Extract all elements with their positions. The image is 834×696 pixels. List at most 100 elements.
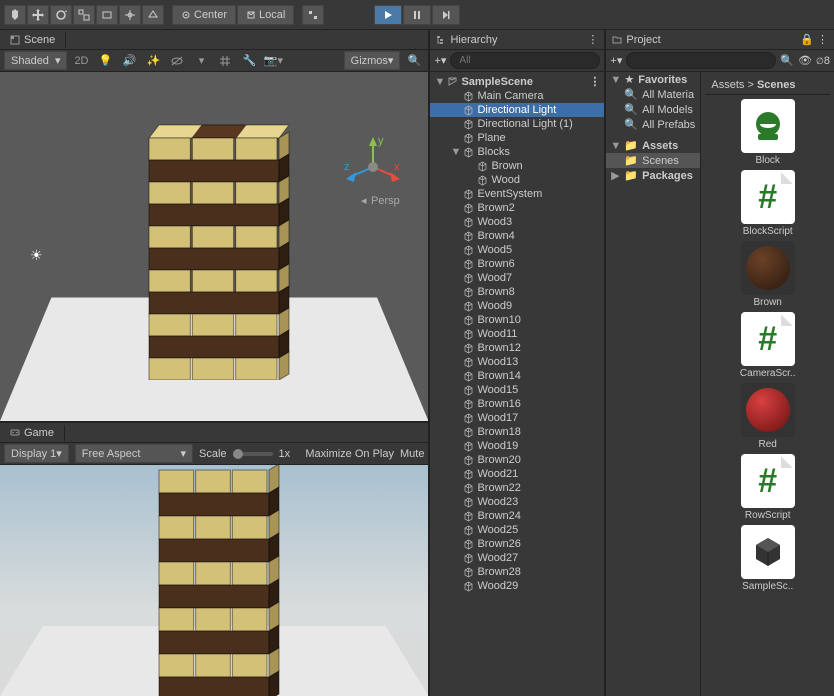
gizmos-dropdown[interactable]: Gizmos ▾ <box>344 51 401 70</box>
snap-toggle[interactable] <box>302 5 324 25</box>
hierarchy-item[interactable]: Main Camera <box>430 89 604 103</box>
hierarchy-item[interactable]: Brown4 <box>430 229 604 243</box>
project-filter-icon[interactable]: 🔍 <box>780 54 794 67</box>
hierarchy-item[interactable]: Brown22 <box>430 481 604 495</box>
2d-toggle[interactable]: 2D <box>71 52 91 70</box>
scale-slider[interactable] <box>233 452 273 456</box>
scene-search[interactable]: 🔍 <box>404 52 424 70</box>
scenes-folder[interactable]: 📁 Scenes <box>606 153 700 168</box>
hierarchy-item[interactable]: Brown2 <box>430 201 604 215</box>
hierarchy-item[interactable]: Brown10 <box>430 313 604 327</box>
hierarchy-item[interactable]: Brown16 <box>430 397 604 411</box>
hierarchy-item[interactable]: Brown6 <box>430 257 604 271</box>
orientation-gizmo[interactable]: y x z ◂ Persp <box>338 132 398 192</box>
project-folder-tree[interactable]: ▼★ Favorites 🔍 All Materia🔍 All Models🔍 … <box>606 72 701 696</box>
scene-viewport[interactable]: y x z ◂ Persp ☀ <box>0 72 428 421</box>
shading-mode-dropdown[interactable]: Shaded ▾ <box>4 51 67 70</box>
assets-folder[interactable]: ▼📁 Assets <box>606 138 700 153</box>
hierarchy-item[interactable]: Wood21 <box>430 467 604 481</box>
project-visibility-icon[interactable]: 👁 <box>798 54 812 67</box>
maximize-toggle[interactable]: Maximize On Play <box>305 448 394 460</box>
hierarchy-item[interactable]: Brown28 <box>430 565 604 579</box>
rotate-tool[interactable] <box>50 5 72 25</box>
hierarchy-item[interactable]: Plane <box>430 131 604 145</box>
hierarchy-item[interactable]: Brown <box>430 159 604 173</box>
hierarchy-item[interactable]: Wood29 <box>430 579 604 593</box>
hierarchy-item[interactable]: Wood25 <box>430 523 604 537</box>
asset-item[interactable]: SampleSc.. <box>736 525 800 592</box>
asset-item[interactable]: Brown <box>736 241 800 308</box>
hierarchy-item[interactable]: Wood5 <box>430 243 604 257</box>
favorite-search[interactable]: 🔍 All Prefabs <box>606 117 700 132</box>
asset-item[interactable]: Block <box>736 99 800 166</box>
rect-tool[interactable] <box>96 5 118 25</box>
hierarchy-item[interactable]: Brown12 <box>430 341 604 355</box>
grid-toggle[interactable] <box>215 52 235 70</box>
audio-toggle[interactable]: 🔊 <box>119 52 139 70</box>
hierarchy-menu[interactable]: ⋮ <box>587 33 598 46</box>
game-tab[interactable]: Game <box>0 425 65 441</box>
aspect-dropdown[interactable]: Free Aspect ▾ <box>75 444 193 463</box>
project-breadcrumb[interactable]: Assets > Scenes <box>705 76 830 95</box>
game-viewport[interactable] <box>0 465 428 696</box>
hierarchy-item[interactable]: Brown18 <box>430 425 604 439</box>
pivot-center-toggle[interactable]: Center <box>172 5 236 25</box>
project-lock[interactable]: 🔒 <box>800 34 814 46</box>
move-tool[interactable] <box>27 5 49 25</box>
favorite-search[interactable]: 🔍 All Models <box>606 102 700 117</box>
hierarchy-item[interactable]: Wood11 <box>430 327 604 341</box>
favorite-search[interactable]: 🔍 All Materia <box>606 87 700 102</box>
local-label: Local <box>259 9 285 21</box>
asset-item[interactable]: #RowScript <box>736 454 800 521</box>
hierarchy-item[interactable]: Wood <box>430 173 604 187</box>
hierarchy-item[interactable]: Wood15 <box>430 383 604 397</box>
hierarchy-item[interactable]: Wood13 <box>430 355 604 369</box>
hierarchy-add-button[interactable]: +▾ <box>434 54 446 67</box>
scene-vis-dropdown[interactable]: ▾ <box>191 52 211 70</box>
asset-item[interactable]: Red <box>736 383 800 450</box>
fx-toggle[interactable]: ✨ <box>143 52 163 70</box>
hierarchy-item[interactable]: Wood19 <box>430 439 604 453</box>
tools-toggle[interactable]: 🔧 <box>239 52 259 70</box>
play-button[interactable] <box>374 5 402 25</box>
hierarchy-item[interactable]: Wood23 <box>430 495 604 509</box>
hierarchy-item[interactable]: Brown20 <box>430 453 604 467</box>
hierarchy-item[interactable]: Wood17 <box>430 411 604 425</box>
favorites-header[interactable]: ▼★ Favorites <box>606 72 700 87</box>
hierarchy-item[interactable]: Brown8 <box>430 285 604 299</box>
hierarchy-item[interactable]: Brown26 <box>430 537 604 551</box>
hierarchy-item[interactable]: Wood27 <box>430 551 604 565</box>
packages-folder[interactable]: ▶📁 Packages <box>606 168 700 183</box>
hierarchy-item[interactable]: Wood3 <box>430 215 604 229</box>
project-add-button[interactable]: +▾ <box>610 54 622 67</box>
scene-tab[interactable]: Scene <box>0 32 66 48</box>
project-search-input[interactable] <box>626 52 776 69</box>
scale-tool[interactable] <box>73 5 95 25</box>
camera-toggle[interactable]: 📷▾ <box>263 52 283 70</box>
hidden-toggle[interactable] <box>167 52 187 70</box>
hierarchy-item[interactable]: Wood9 <box>430 299 604 313</box>
hierarchy-item[interactable]: Wood7 <box>430 271 604 285</box>
hierarchy-item[interactable]: Directional Light (1) <box>430 117 604 131</box>
hierarchy-item[interactable]: Directional Light <box>430 103 604 117</box>
hierarchy-search-input[interactable] <box>450 52 600 69</box>
hierarchy-tree[interactable]: ▼ SampleScene⋮Main CameraDirectional Lig… <box>430 72 604 696</box>
step-button[interactable] <box>432 5 460 25</box>
asset-item[interactable]: #CameraScr.. <box>736 312 800 379</box>
hierarchy-item[interactable]: Brown14 <box>430 369 604 383</box>
mute-toggle[interactable]: Mute <box>400 448 424 460</box>
local-global-toggle[interactable]: Local <box>237 5 294 25</box>
transform-tool[interactable] <box>119 5 141 25</box>
custom-tool[interactable] <box>142 5 164 25</box>
asset-item[interactable]: #BlockScript <box>736 170 800 237</box>
scene-root[interactable]: ▼ SampleScene⋮ <box>430 74 604 89</box>
lighting-toggle[interactable]: 💡 <box>95 52 115 70</box>
hand-tool[interactable] <box>4 5 26 25</box>
hierarchy-item[interactable]: Brown24 <box>430 509 604 523</box>
display-dropdown[interactable]: Display 1 ▾ <box>4 444 69 463</box>
scale-value: 1x <box>279 448 291 460</box>
hierarchy-item[interactable]: EventSystem <box>430 187 604 201</box>
hierarchy-item[interactable]: ▼Blocks <box>430 145 604 159</box>
pause-button[interactable] <box>403 5 431 25</box>
project-menu[interactable]: ⋮ <box>817 34 828 46</box>
